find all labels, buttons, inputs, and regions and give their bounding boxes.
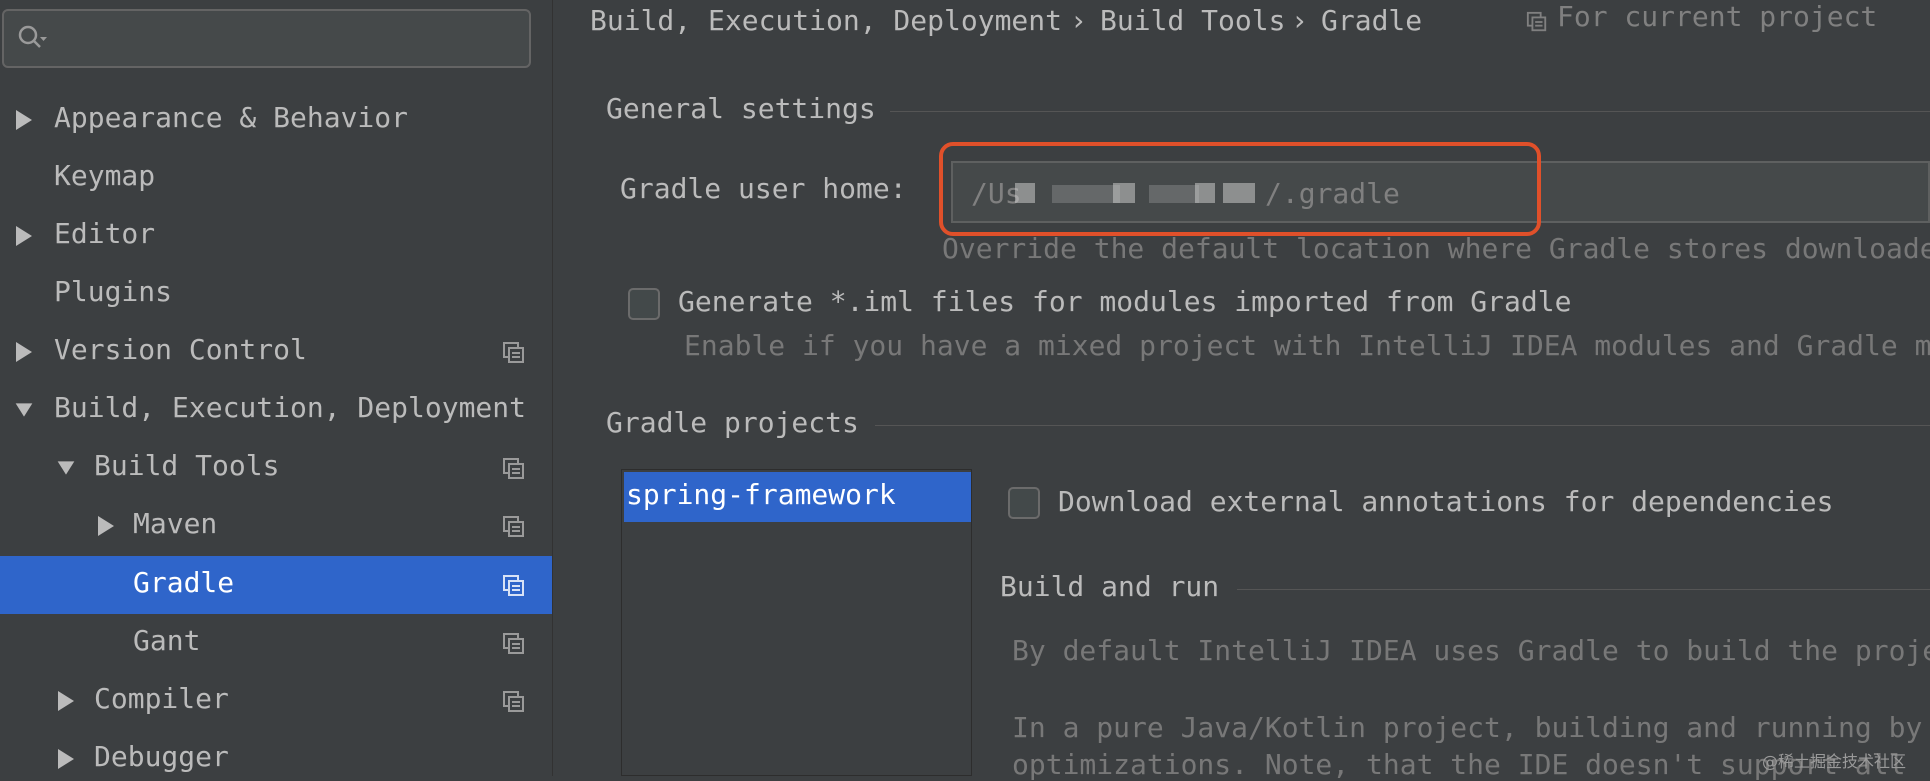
project-level-icon	[503, 458, 524, 479]
download-annotations-checkbox[interactable]	[1008, 487, 1040, 519]
tree-item-maven[interactable]: Maven	[0, 497, 552, 555]
breadcrumb-separator: ›	[1070, 4, 1087, 37]
tree-item-label: Gant	[133, 624, 201, 657]
section-separator	[890, 111, 1930, 112]
project-level-icon	[503, 516, 524, 537]
project-list-item[interactable]: spring-framework	[624, 472, 971, 522]
expand-arrow-icon[interactable]	[14, 224, 34, 248]
tree-item-label: Debugger	[94, 740, 229, 773]
tree-item-label: Editor	[54, 217, 156, 250]
search-input[interactable]	[56, 17, 520, 59]
build-and-run-description: By default IntelliJ IDEA uses Gradle to …	[1012, 634, 1930, 667]
generate-iml-label[interactable]: Generate *.iml files for modules importe…	[678, 285, 1571, 318]
generate-iml-hint: Enable if you have a mixed project with …	[684, 329, 1930, 362]
tree-item-build-tools[interactable]: Build Tools	[0, 439, 552, 497]
tree-item-editor[interactable]: Editor	[0, 207, 552, 265]
project-level-icon	[1526, 11, 1547, 32]
search-icon[interactable]	[17, 24, 47, 54]
build-and-run-title: Build and run	[1000, 570, 1220, 603]
gradle-user-home-label: Gradle user home:	[620, 172, 907, 205]
tree-item-label: Version Control	[54, 333, 307, 366]
download-annotations-label[interactable]: Download external annotations for depend…	[1058, 485, 1833, 518]
gradle-projects-title: Gradle projects	[606, 406, 859, 439]
expand-arrow-icon[interactable]	[14, 108, 34, 132]
tree-item-label: Appearance & Behavior	[54, 101, 409, 134]
gradle-user-home-hint: Override the default location where Grad…	[942, 232, 1930, 265]
collapse-arrow-icon[interactable]	[14, 398, 34, 422]
tree-item-label: Compiler	[94, 682, 229, 715]
breadcrumb-separator: ›	[1291, 4, 1308, 37]
watermark: @稀土掘金技术社区	[1762, 752, 1907, 771]
tree-item-debugger[interactable]: Debugger	[0, 730, 552, 776]
breadcrumb-item: Build, Execution, Deployment	[590, 4, 1063, 37]
tree-item-label: Gradle	[133, 566, 235, 599]
tree-item-gradle[interactable]: Gradle	[0, 556, 552, 614]
expand-arrow-icon[interactable]	[14, 340, 34, 364]
section-separator	[875, 425, 1930, 426]
tree-item-label: Plugins	[54, 275, 173, 308]
tree-item-plugins[interactable]: Plugins	[0, 265, 552, 323]
tree-item-compiler[interactable]: Compiler	[0, 672, 552, 730]
tree-item-version-control[interactable]: Version Control	[0, 323, 552, 381]
expand-arrow-icon[interactable]	[56, 689, 76, 713]
settings-content: Build, Execution, Deployment › Build Too…	[553, 0, 1930, 781]
tree-item-label: Build, Execution, Deployment	[54, 391, 527, 424]
tree-item-appearance-behavior[interactable]: Appearance & Behavior	[0, 91, 552, 149]
search-field[interactable]	[2, 9, 531, 68]
generate-iml-checkbox[interactable]	[628, 288, 660, 320]
project-level-icon	[503, 342, 524, 363]
expand-arrow-icon[interactable]	[56, 747, 76, 771]
project-level-icon	[503, 633, 524, 654]
settings-sidebar: Appearance & Behavior Keymap Editor Plug…	[0, 0, 552, 776]
gradle-projects-list[interactable]: spring-framework	[621, 469, 972, 776]
general-settings-title: General settings	[606, 92, 876, 125]
section-separator	[1237, 589, 1930, 590]
tree-item-label: Build Tools	[94, 449, 280, 482]
tree-item-keymap[interactable]: Keymap	[0, 149, 552, 207]
highlight-annotation	[939, 142, 1541, 236]
tree-item-gant[interactable]: Gant	[0, 614, 552, 672]
project-level-icon	[503, 691, 524, 712]
tree-item-label: Keymap	[54, 159, 156, 192]
expand-arrow-icon[interactable]	[96, 514, 116, 538]
build-and-run-description: In a pure Java/Kotlin project, building …	[1012, 711, 1923, 744]
breadcrumb-item: Gradle	[1321, 4, 1423, 37]
project-level-icon	[503, 575, 524, 596]
tree-item-label: Maven	[133, 507, 218, 540]
collapse-arrow-icon[interactable]	[56, 456, 76, 480]
scope-label: For current project	[1557, 0, 1878, 33]
breadcrumb-item: Build Tools	[1100, 4, 1286, 37]
tree-item-build-execution-deployment[interactable]: Build, Execution, Deployment	[0, 381, 552, 439]
